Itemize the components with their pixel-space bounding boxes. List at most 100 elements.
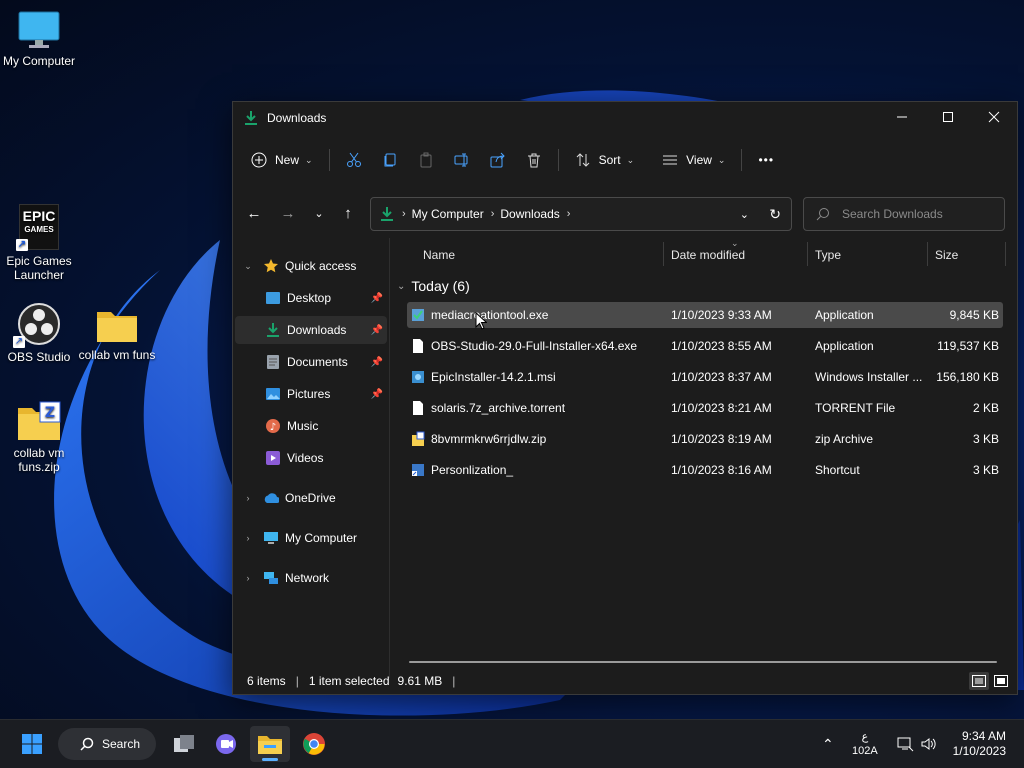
- refresh-button[interactable]: ↻: [769, 206, 781, 223]
- plus-circle-icon: [251, 152, 267, 168]
- desktop-icon-my-computer[interactable]: My Computer: [0, 10, 78, 68]
- column-divider[interactable]: [927, 242, 928, 266]
- maximize-button[interactable]: [925, 102, 971, 132]
- details-view-button[interactable]: [969, 672, 989, 690]
- pin-icon[interactable]: 📌: [371, 357, 383, 368]
- column-headers: Name ⌄ Date modified Type Size: [391, 238, 1009, 270]
- view-button[interactable]: View ⌄: [652, 144, 735, 176]
- tiles-view-button[interactable]: [991, 672, 1011, 690]
- file-date: 1/10/2023 8:19 AM: [671, 432, 772, 446]
- language-top: ع: [861, 731, 869, 743]
- new-button[interactable]: New ⌄: [241, 144, 323, 176]
- address-bar[interactable]: › My Computer › Downloads › ⌄ ↻: [370, 197, 792, 231]
- back-button[interactable]: ←: [243, 202, 265, 224]
- language-bottom: 102A: [852, 745, 878, 757]
- rename-button[interactable]: [444, 144, 480, 176]
- column-divider[interactable]: [807, 242, 808, 266]
- monitor-icon: [17, 10, 61, 50]
- nav-item-documents[interactable]: Documents 📌: [235, 348, 387, 376]
- nav-item-pictures[interactable]: Pictures 📌: [235, 380, 387, 408]
- column-date-modified[interactable]: Date modified: [671, 248, 745, 262]
- pin-icon[interactable]: 📌: [371, 389, 383, 400]
- chevron-down-icon[interactable]: ⌄: [241, 261, 255, 272]
- music-icon: ♪: [265, 418, 281, 434]
- column-divider[interactable]: [663, 242, 664, 266]
- chevron-right-icon[interactable]: ›: [241, 533, 255, 543]
- new-label: New: [275, 153, 300, 167]
- pin-icon[interactable]: 📌: [371, 293, 383, 304]
- file-row[interactable]: 8bvmrmkrw6rrjdlw.zip 1/10/2023 8:19 AM z…: [407, 426, 1003, 452]
- chrome-button[interactable]: [296, 726, 332, 762]
- recent-locations-button[interactable]: ⌄: [308, 202, 330, 224]
- copy-button[interactable]: [372, 144, 408, 176]
- start-button[interactable]: [14, 726, 50, 762]
- nav-item-downloads[interactable]: Downloads 📌: [235, 316, 387, 344]
- nav-item-videos[interactable]: Videos: [235, 444, 387, 472]
- pane-divider[interactable]: [389, 238, 390, 678]
- nav-quick-access[interactable]: ⌄ Quick access: [235, 252, 387, 280]
- chevron-right-icon[interactable]: ›: [241, 493, 255, 503]
- status-bar: 6 items | 1 item selected 9.61 MB |: [233, 668, 1017, 694]
- delete-button[interactable]: [516, 144, 552, 176]
- nav-onedrive[interactable]: › OneDrive: [235, 484, 387, 512]
- close-button[interactable]: [971, 102, 1017, 132]
- taskbar-search[interactable]: Search: [58, 728, 156, 760]
- nav-item-music[interactable]: ♪ Music: [235, 412, 387, 440]
- search-icon: [816, 207, 830, 221]
- sort-icon: [576, 153, 589, 167]
- toolbar-divider: [557, 149, 559, 171]
- search-placeholder: Search Downloads: [842, 207, 943, 221]
- file-name: EpicInstaller-14.2.1.msi: [431, 370, 556, 384]
- desktop-icon-collab-folder[interactable]: collab vm funs: [78, 306, 156, 362]
- forward-button[interactable]: →: [277, 202, 299, 224]
- desktop-icon-epic-games[interactable]: EPIC GAMES ↗ Epic Games Launcher: [0, 204, 78, 282]
- minimize-button[interactable]: [879, 102, 925, 132]
- sort-button[interactable]: Sort ⌄: [565, 144, 645, 176]
- up-button[interactable]: ↑: [337, 202, 359, 224]
- nav-network[interactable]: › Network: [235, 564, 387, 592]
- desktop-icon-obs-studio[interactable]: ↗ OBS Studio: [0, 302, 78, 364]
- nav-my-computer[interactable]: › My Computer: [235, 524, 387, 552]
- desktop-icon-collab-zip[interactable]: Z collab vm funs.zip: [0, 400, 78, 474]
- show-hidden-icons-button[interactable]: ⌃: [822, 736, 834, 753]
- file-name: 8bvmrmkrw6rrjdlw.zip: [431, 432, 547, 446]
- breadcrumb-downloads[interactable]: Downloads: [500, 207, 559, 221]
- file-type: TORRENT File: [815, 401, 896, 415]
- status-size: 9.61 MB: [397, 674, 443, 688]
- network-tray-icon[interactable]: [896, 720, 914, 768]
- cloud-icon: [263, 490, 279, 506]
- language-indicator[interactable]: ع 102A: [852, 720, 878, 768]
- nav-item-desktop[interactable]: Desktop 📌: [235, 284, 387, 312]
- chevron-right-icon[interactable]: ›: [241, 573, 255, 583]
- file-explorer-taskbar-button[interactable]: [250, 726, 290, 762]
- search-icon: [80, 737, 94, 751]
- share-button[interactable]: [480, 144, 516, 176]
- file-name: Personlization_: [431, 463, 514, 477]
- pin-icon[interactable]: 📌: [371, 325, 383, 336]
- group-header-today[interactable]: ⌄ Today (6): [397, 278, 470, 294]
- clock[interactable]: 9:34 AM 1/10/2023: [950, 720, 1006, 768]
- more-options-button[interactable]: •••: [748, 144, 784, 176]
- column-divider[interactable]: [1005, 242, 1006, 266]
- column-type[interactable]: Type: [815, 248, 841, 262]
- cut-button[interactable]: [336, 144, 372, 176]
- file-row[interactable]: OBS-Studio-29.0-Full-Installer-x64.exe 1…: [407, 333, 1003, 359]
- column-size[interactable]: Size: [935, 248, 958, 262]
- file-type: zip Archive: [815, 432, 874, 446]
- address-history-chevron-icon[interactable]: ⌄: [740, 208, 749, 221]
- horizontal-scrollbar[interactable]: [409, 661, 997, 663]
- file-row[interactable]: Personlization_ 1/10/2023 8:16 AM Shortc…: [407, 457, 1003, 483]
- column-name[interactable]: Name: [423, 248, 455, 262]
- volume-icon[interactable]: [920, 720, 938, 768]
- paste-button[interactable]: [408, 144, 444, 176]
- chat-button[interactable]: [208, 726, 244, 762]
- status-selected: 1 item selected: [308, 674, 390, 688]
- file-row[interactable]: solaris.7z_archive.torrent 1/10/2023 8:2…: [407, 395, 1003, 421]
- search-box[interactable]: Search Downloads: [803, 197, 1005, 231]
- breadcrumb-my-computer[interactable]: My Computer: [412, 207, 484, 221]
- view-label: View: [686, 153, 712, 167]
- file-row[interactable]: EpicInstaller-14.2.1.msi 1/10/2023 8:37 …: [407, 364, 1003, 390]
- task-view-button[interactable]: [166, 726, 202, 762]
- shortcut-icon: [412, 464, 424, 476]
- file-row[interactable]: mediacreationtool.exe 1/10/2023 9:33 AM …: [407, 302, 1003, 328]
